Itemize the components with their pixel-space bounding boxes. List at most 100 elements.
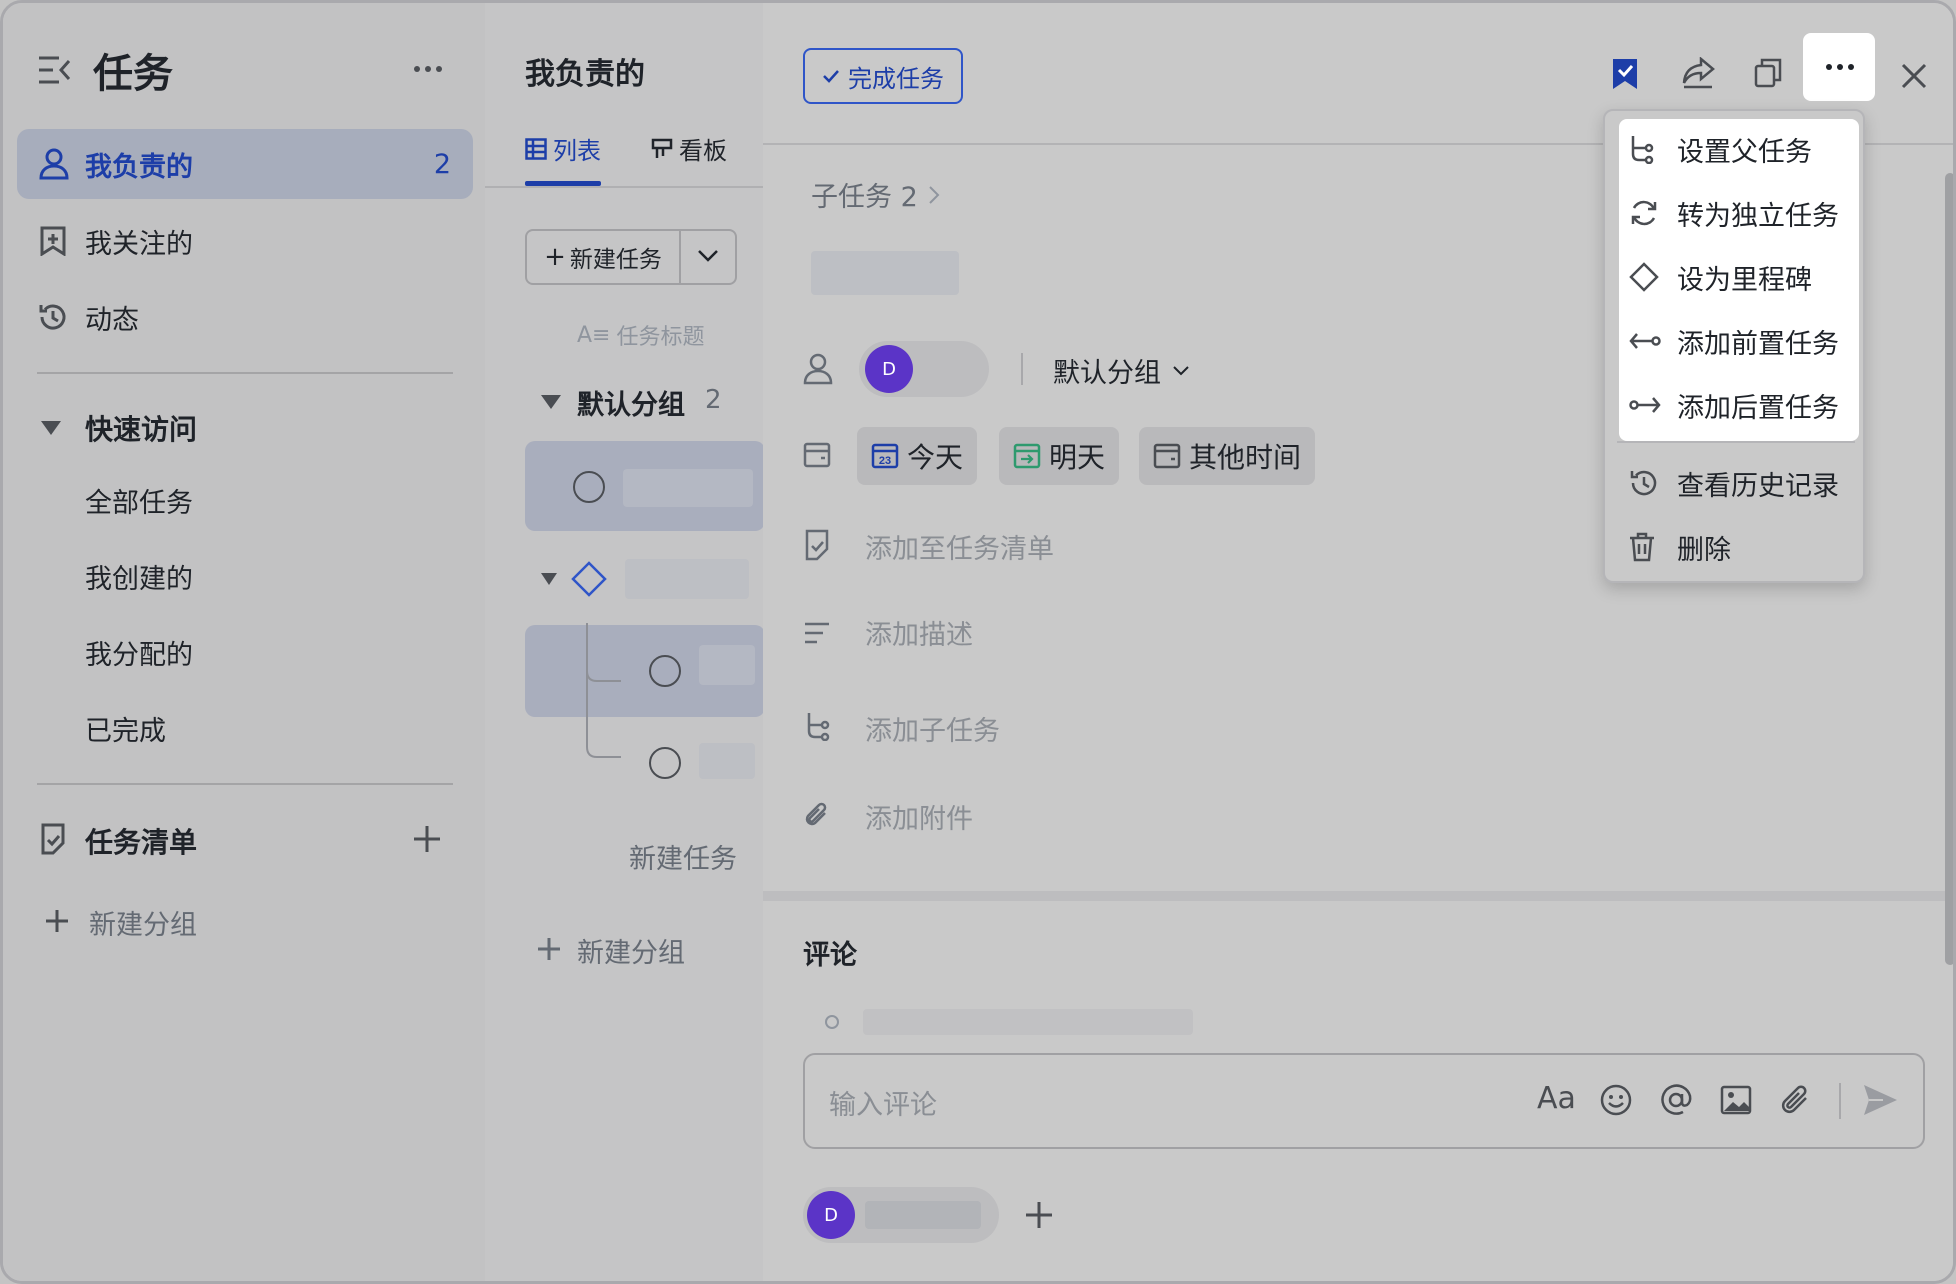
- menu-item-history[interactable]: 查看历史记录: [1615, 453, 1855, 513]
- divider: [37, 783, 453, 785]
- menu-item-add-successor[interactable]: 添加后置任务: [1615, 375, 1855, 435]
- menu-item-add-predecessor[interactable]: 添加前置任务: [1615, 311, 1855, 371]
- subtask-breadcrumb[interactable]: 子任务 2: [811, 175, 940, 214]
- group-select[interactable]: 默认分组: [1053, 351, 1189, 390]
- plus-icon[interactable]: [537, 937, 561, 961]
- emoji-icon[interactable]: [1599, 1083, 1633, 1117]
- tab-label: 看板: [679, 137, 727, 165]
- task-title-redacted: [699, 743, 755, 779]
- subtask-connector: [586, 623, 621, 758]
- date-chip-label: 其他时间: [1189, 441, 1302, 474]
- task-title-redacted: [811, 251, 959, 295]
- section-divider: [763, 891, 1953, 901]
- add-follower-icon[interactable]: [1025, 1201, 1053, 1229]
- image-icon[interactable]: [1719, 1083, 1753, 1117]
- tab-label: 列表: [553, 137, 601, 165]
- more-icon: [1826, 64, 1854, 70]
- menu-item-milestone[interactable]: 设为里程碑: [1615, 247, 1855, 307]
- sidebar-item-label: 我关注的: [85, 228, 193, 260]
- add-attachment[interactable]: 添加附件: [865, 797, 973, 836]
- paperclip-icon[interactable]: [1779, 1083, 1813, 1117]
- mention-icon[interactable]: [1659, 1083, 1693, 1117]
- comment-input[interactable]: 输入评论: [829, 1083, 937, 1122]
- sidebar-item-created[interactable]: 我创建的: [85, 557, 193, 596]
- share-icon[interactable]: [1681, 57, 1715, 89]
- predecessor-icon: [1629, 333, 1661, 349]
- task-checkbox[interactable]: [649, 747, 681, 779]
- milestone-diamond-icon: [1629, 262, 1659, 292]
- sidebar-item-assigned[interactable]: 我分配的: [85, 633, 193, 672]
- collapse-sidebar-icon[interactable]: [37, 55, 71, 85]
- avatar: D: [865, 345, 913, 393]
- text-format-icon[interactable]: Aa: [1537, 1081, 1576, 1116]
- plus-icon[interactable]: [45, 909, 69, 933]
- column-header-label: 任务标题: [616, 325, 705, 350]
- breadcrumb-label: 子任务 2: [811, 182, 918, 213]
- comment-input-box[interactable]: 输入评论 Aa: [803, 1053, 1925, 1149]
- sidebar-item-following[interactable]: 我关注的: [17, 206, 473, 276]
- complete-task-button[interactable]: 完成任务: [803, 48, 963, 104]
- count-badge: 2: [433, 148, 451, 180]
- text-format-icon: A≡: [577, 322, 611, 348]
- scrollbar[interactable]: [1945, 173, 1953, 965]
- history-icon: [39, 304, 66, 330]
- date-chip-today[interactable]: 23 今天: [857, 427, 978, 485]
- task-title-redacted: [699, 645, 755, 685]
- plus-icon: +: [544, 242, 566, 272]
- complete-task-label: 完成任务: [848, 64, 944, 93]
- menu-item-delete[interactable]: 删除: [1615, 517, 1855, 577]
- caret-down-icon[interactable]: [541, 573, 557, 585]
- menu-item-label: 转为独立任务: [1677, 200, 1839, 232]
- task-checkbox[interactable]: [649, 655, 681, 687]
- close-icon[interactable]: [1901, 63, 1927, 89]
- new-task-inline[interactable]: 新建任务: [629, 837, 737, 876]
- subtask-icon: [807, 713, 830, 741]
- sidebar-item-completed[interactable]: 已完成: [85, 709, 166, 748]
- list-title: 我负责的: [525, 57, 645, 92]
- tab-list[interactable]: 列表: [525, 131, 601, 166]
- milestone-diamond-icon[interactable]: [571, 561, 607, 597]
- sidebar-item-all-tasks[interactable]: 全部任务: [85, 481, 193, 520]
- menu-item-set-parent[interactable]: 设置父任务: [1615, 119, 1855, 179]
- new-group-link[interactable]: 新建分组: [577, 931, 685, 970]
- sidebar-item-activity[interactable]: 动态: [17, 282, 473, 352]
- new-group-link[interactable]: 新建分组: [89, 903, 197, 942]
- successor-icon: [1629, 397, 1661, 413]
- divider: [37, 372, 453, 374]
- caret-down-icon[interactable]: [541, 395, 561, 409]
- task-list-panel: 我负责的 列表 看板 + 新建任务 A≡ 任务标题 默认分组 2 新建任务 新建…: [485, 3, 765, 1281]
- more-options-button[interactable]: [1803, 33, 1875, 101]
- bookmark-check-icon[interactable]: [1611, 57, 1639, 91]
- menu-item-label: 查看历史记录: [1677, 470, 1839, 502]
- task-lists-heading[interactable]: 任务清单: [85, 821, 197, 861]
- task-checkbox[interactable]: [573, 471, 605, 503]
- sidebar-item-mine[interactable]: 我负责的 2: [17, 129, 473, 199]
- copy-icon[interactable]: [1753, 57, 1783, 89]
- new-task-button-group: + 新建任务: [525, 229, 737, 285]
- caret-down-icon[interactable]: [41, 421, 61, 435]
- comment-dot: [825, 1015, 839, 1029]
- table-icon: [525, 137, 547, 160]
- tab-board[interactable]: 看板: [651, 131, 727, 166]
- date-chip-other[interactable]: 其他时间: [1139, 427, 1316, 485]
- menu-item-label: 设为里程碑: [1677, 264, 1812, 296]
- chevron-down-icon[interactable]: [697, 249, 719, 263]
- group-count: 2: [705, 385, 722, 415]
- add-subtask[interactable]: 添加子任务: [865, 709, 1000, 748]
- new-task-button[interactable]: + 新建任务: [527, 231, 679, 283]
- divider: [485, 186, 763, 188]
- menu-item-make-independent[interactable]: 转为独立任务: [1615, 183, 1855, 243]
- menu-item-label: 添加前置任务: [1677, 328, 1839, 360]
- send-icon[interactable]: [1861, 1081, 1899, 1119]
- add-description[interactable]: 添加描述: [865, 613, 973, 652]
- quick-access-heading[interactable]: 快速访问: [85, 408, 197, 448]
- group-select-label: 默认分组: [1053, 358, 1161, 389]
- calendar-icon: [803, 442, 831, 468]
- task-list-icon: [41, 823, 65, 855]
- date-chip-tomorrow[interactable]: 明天: [999, 427, 1120, 485]
- more-icon[interactable]: [413, 65, 443, 73]
- add-to-task-list[interactable]: 添加至任务清单: [865, 527, 1054, 566]
- add-task-list-icon[interactable]: [413, 825, 441, 853]
- history-icon: [1630, 470, 1657, 496]
- divider: [1617, 441, 1855, 443]
